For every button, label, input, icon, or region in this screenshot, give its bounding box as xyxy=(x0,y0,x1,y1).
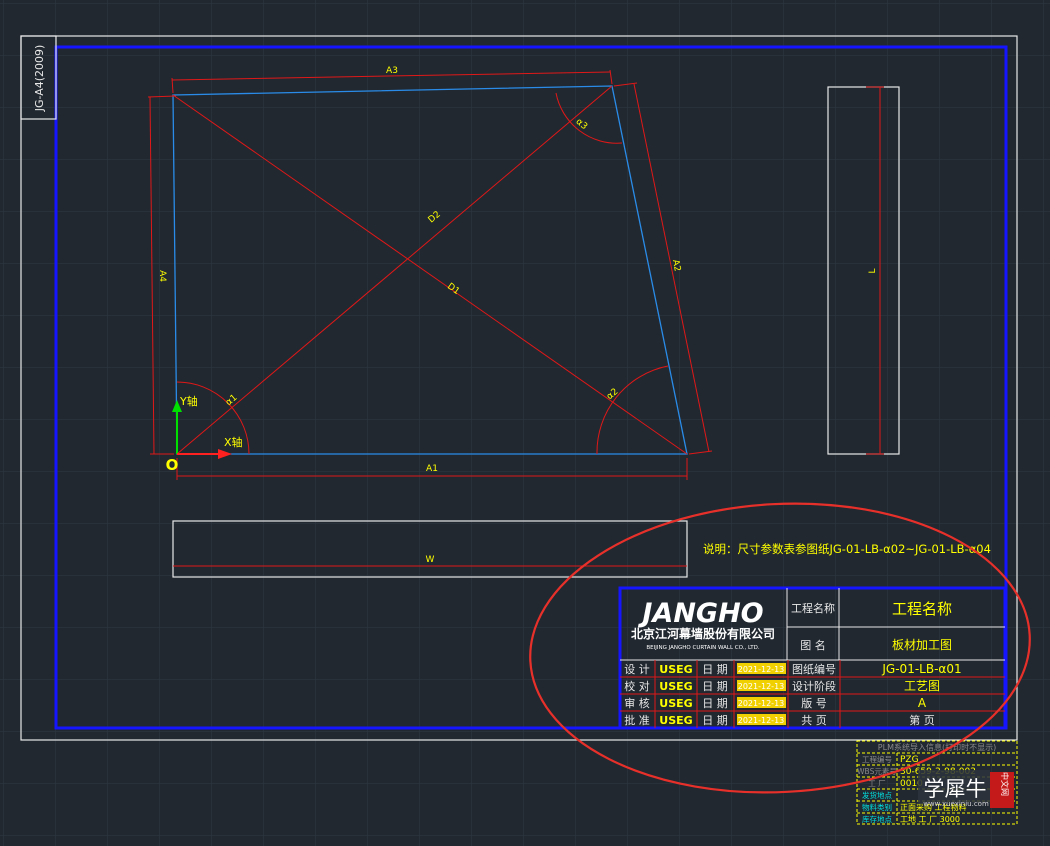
cad-canvas: JG-A4(2009) A1 A3 A4 A2 D1 D2 α1 α2 α3 Y… xyxy=(0,0,1050,846)
tb-value-drawing-no: JG-01-LB-α01 xyxy=(881,662,961,676)
tb-date-review: 2021-12-13 xyxy=(738,699,785,708)
dimension-w-label: W xyxy=(426,555,435,565)
project-name-label: 工程名称 xyxy=(791,601,835,615)
drawing-note: 说明：尺寸参数表参图纸JG-01-LB-α02~JG-01-LB-α04 xyxy=(703,542,991,556)
watermark: 学犀牛 www.xuexiniu.com 中文网 xyxy=(918,770,1014,808)
tb-date-approve: 2021-12-13 xyxy=(738,716,785,725)
plm-value-storage-location: 工地 工 厂 3000 xyxy=(900,814,960,824)
watermark-text: 学犀牛 xyxy=(924,777,987,801)
tb-value-version: A xyxy=(918,696,927,710)
tb-field-page-count: 共 页 xyxy=(801,714,827,727)
tb-role-review: 审 核 xyxy=(624,696,650,710)
jangho-logo: JANGHO xyxy=(637,598,763,629)
plm-label-wbs: WBS元素号 xyxy=(857,766,897,776)
background-grid xyxy=(0,0,1050,846)
plm-label-factory: 工 厂 xyxy=(868,779,886,788)
tb-person-design: USEG xyxy=(659,663,692,676)
y-axis-label: Y轴 xyxy=(179,394,198,408)
tb-field-drawing-no: 图纸编号 xyxy=(792,662,836,676)
plm-label-project-no: 工程编号 xyxy=(862,754,892,764)
tb-role-design: 设 计 xyxy=(624,663,650,676)
drawing-name-label: 图 名 xyxy=(800,638,826,652)
plm-label-material-type: 物料类别 xyxy=(862,802,892,812)
company-name-en: BEIJING JANGHO CURTAIN WALL CO., LTD. xyxy=(646,645,759,651)
dimension-a4-label: A4 xyxy=(157,270,167,282)
tb-value-design-stage: 工艺图 xyxy=(904,679,940,693)
plm-label-storage-location: 库存地点 xyxy=(862,814,892,824)
watermark-badge-text: 中文网 xyxy=(1000,772,1010,796)
dimension-l-label: L xyxy=(868,268,878,273)
tb-field-design-stage: 设计阶段 xyxy=(792,679,836,693)
tb-date-label-approve: 日 期 xyxy=(702,714,728,727)
drawing-name-value: 板材加工图 xyxy=(892,638,952,652)
tb-date-check: 2021-12-13 xyxy=(738,682,785,691)
plm-title: PLM系统导入信息(打印时不显示) xyxy=(878,742,996,752)
watermark-url: www.xuexiniu.com xyxy=(923,800,989,808)
x-axis-label: X轴 xyxy=(224,435,243,449)
dimension-a3-label: A3 xyxy=(386,66,398,76)
tb-person-check: USEG xyxy=(659,680,692,693)
tb-role-approve: 批 准 xyxy=(624,713,650,727)
tb-field-version: 版 号 xyxy=(801,696,827,710)
tb-person-review: USEG xyxy=(659,697,692,710)
frame-label: JG-A4(2009) xyxy=(33,45,46,113)
tb-date-label-review: 日 期 xyxy=(702,697,728,710)
dimension-a1-label: A1 xyxy=(426,464,438,474)
tb-value-page: 第 页 xyxy=(909,713,935,727)
origin-label: O xyxy=(166,456,179,474)
tb-date-label-check: 日 期 xyxy=(702,680,728,693)
tb-date-design: 2021-12-13 xyxy=(738,665,785,674)
tb-role-check: 校 对 xyxy=(624,679,650,693)
plm-label-ship-location: 发货地点 xyxy=(862,790,892,800)
company-name-cn: 北京江河幕墙股份有限公司 xyxy=(631,626,775,641)
tb-date-label-design: 日 期 xyxy=(702,663,728,676)
project-name-value: 工程名称 xyxy=(892,600,952,618)
tb-person-approve: USEG xyxy=(659,714,692,727)
